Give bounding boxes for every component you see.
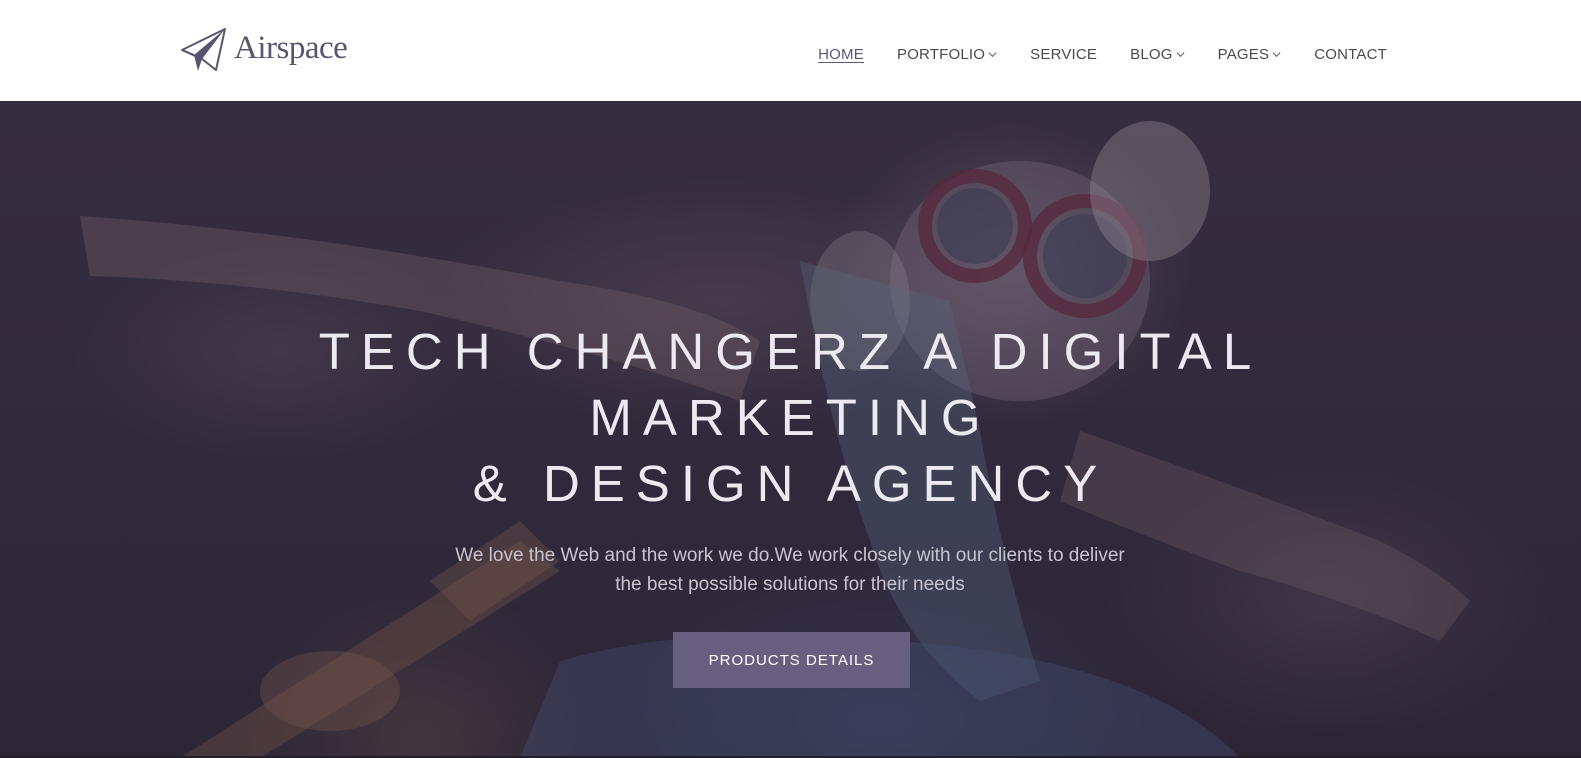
site-header: Airspace HOME PORTFOLIO SERVICE BLOG PAG… <box>0 0 1581 101</box>
hero-title-line: & DESIGN AGENCY <box>472 455 1109 512</box>
chevron-down-icon <box>1176 52 1185 58</box>
nav-item-home[interactable]: HOME <box>818 46 864 63</box>
nav-item-pages[interactable]: PAGES <box>1218 46 1282 63</box>
nav-item-label: HOME <box>818 46 864 63</box>
nav-item-label: PAGES <box>1217 46 1270 63</box>
nav-item-contact[interactable]: CONTACT <box>1314 46 1387 63</box>
nav-item-label: CONTACT <box>1314 46 1387 63</box>
hero-title-line: MARKETING <box>589 389 992 446</box>
brand-logo[interactable]: Airspace <box>180 26 348 74</box>
nav-item-label: PORTFOLIO <box>896 46 986 63</box>
products-details-button[interactable]: PRODUCTS DETAILS <box>673 632 910 688</box>
nav-item-label: BLOG <box>1130 46 1173 63</box>
brand-name: Airspace <box>234 29 348 66</box>
nav-item-label: SERVICE <box>1030 46 1098 63</box>
hero-title-line: TECH CHANGERZ A DIGITAL <box>318 323 1263 380</box>
nav-item-service[interactable]: SERVICE <box>1030 46 1097 63</box>
nav-item-portfolio[interactable]: PORTFOLIO <box>897 46 997 63</box>
paper-plane-icon <box>181 28 226 71</box>
hero-section: TECH CHANGERZ A DIGITAL MARKETING & DESI… <box>0 101 1581 758</box>
main-nav: HOME PORTFOLIO SERVICE BLOG PAGES CONTAC… <box>785 46 1387 63</box>
chevron-down-icon <box>988 52 997 58</box>
chevron-down-icon <box>1272 52 1281 58</box>
hero-title: TECH CHANGERZ A DIGITAL MARKETING & DESI… <box>0 319 1581 517</box>
hero-subtitle: We love the Web and the work we do.We wo… <box>440 541 1140 599</box>
hero-subtitle-line: the best possible solutions for their ne… <box>615 574 965 595</box>
hero-subtitle-line: We love the Web and the work we do.We wo… <box>455 545 1125 566</box>
nav-item-blog[interactable]: BLOG <box>1130 46 1185 63</box>
